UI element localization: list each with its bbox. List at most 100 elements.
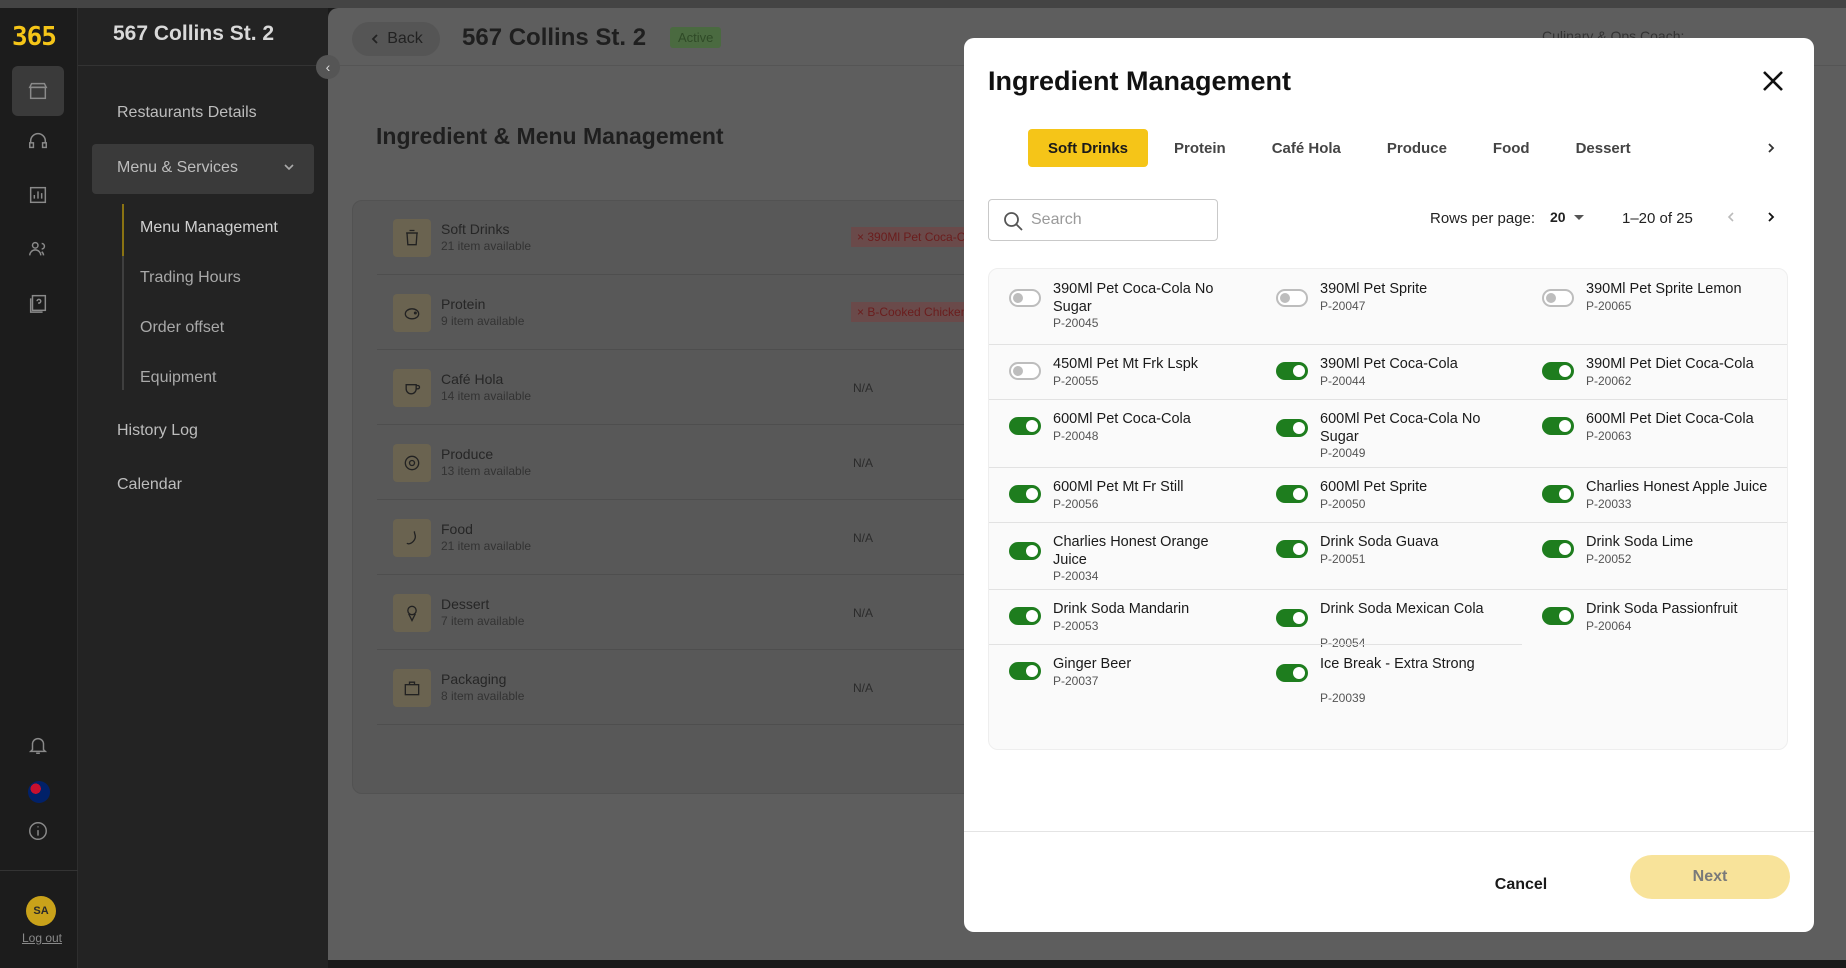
ingredient-name: 600Ml Pet Mt Fr Still <box>1053 479 1184 495</box>
category-count: 13 item available <box>441 464 532 478</box>
toggle-switch[interactable] <box>1009 662 1041 680</box>
ingredient-code: P-20037 <box>1053 674 1099 688</box>
bell-icon[interactable] <box>12 720 64 770</box>
users-icon[interactable] <box>12 224 64 274</box>
nav-divider <box>78 65 328 66</box>
search-input[interactable] <box>1031 200 1211 240</box>
ingredient-name: 390Ml Pet Diet Coca-Cola <box>1586 356 1754 372</box>
chevron-right-icon[interactable] <box>1764 141 1778 155</box>
prev-page-icon[interactable] <box>1724 210 1738 224</box>
category-row[interactable]: Soft Drinks 21 item available × 390Ml Pet … <box>377 201 1017 275</box>
category-row[interactable]: Food 21 item available N/A <box>377 501 1017 575</box>
tab-caf-hola[interactable]: Café Hola <box>1252 129 1361 167</box>
toggle-switch[interactable] <box>1276 419 1308 437</box>
category-status: N/A <box>853 606 874 620</box>
toggle-switch[interactable] <box>1542 485 1574 503</box>
ingredient-code: P-20034 <box>1053 569 1099 583</box>
nav-history-log[interactable]: History Log <box>117 422 198 440</box>
ingredient-code: P-20033 <box>1586 497 1632 511</box>
category-status: N/A <box>853 456 874 470</box>
nav-menu-services[interactable]: Menu & Services <box>92 144 314 194</box>
tab-protein[interactable]: Protein <box>1154 129 1246 167</box>
category-row[interactable]: Produce 13 item available N/A <box>377 426 1017 500</box>
ingredient-item: Ice Break - Extra Strong P-20039 <box>1256 644 1521 705</box>
category-tabs: Soft Drinks Protein Café Hola Produce Food De… <box>1028 129 1657 167</box>
ingredient-code: P-20056 <box>1053 497 1099 511</box>
ingredient-item: Drink Soda Mexican Cola P-20054 <box>1256 589 1521 650</box>
toggle-switch[interactable] <box>1276 289 1308 307</box>
next-page-icon[interactable] <box>1764 210 1778 224</box>
ingredient-name: 390Ml Pet Sprite Lemon <box>1586 281 1742 297</box>
search-icon <box>1004 212 1023 231</box>
toggle-switch[interactable] <box>1009 417 1041 435</box>
category-count: 21 item available <box>441 239 532 253</box>
category-name: Packaging <box>441 671 507 687</box>
ingredient-code: P-20055 <box>1053 374 1099 388</box>
ingredient-name: Drink Soda Passionfruit <box>1586 601 1738 617</box>
row-divider <box>989 399 1787 400</box>
ingredient-item: 450Ml Pet Mt Frk Lspk P-20055 <box>989 344 1254 399</box>
toggle-switch[interactable] <box>1276 664 1308 682</box>
rail-divider <box>0 870 78 871</box>
toggle-switch[interactable] <box>1276 362 1308 380</box>
toggle-switch[interactable] <box>1276 485 1308 503</box>
nav-equipment[interactable]: Equipment <box>140 369 217 387</box>
headset-icon[interactable] <box>12 116 64 166</box>
toggle-switch[interactable] <box>1009 362 1041 380</box>
category-row[interactable]: Dessert 7 item available N/A <box>377 576 1017 650</box>
category-name: Dessert <box>441 596 490 612</box>
logout-link[interactable]: Log out <box>0 931 84 945</box>
nav-restaurants-details[interactable]: Restaurants Details <box>117 104 257 122</box>
rows-per-page-select[interactable]: 20 <box>1550 209 1584 225</box>
close-icon[interactable] <box>1760 68 1786 94</box>
app-logo[interactable]: 365 <box>12 22 57 52</box>
next-button[interactable]: Next <box>1630 855 1790 899</box>
tab-food[interactable]: Food <box>1473 129 1550 167</box>
collapse-sidebar-button[interactable]: ‹ <box>316 55 340 79</box>
store-icon[interactable] <box>12 66 64 116</box>
row-divider <box>989 522 1787 523</box>
category-count: 7 item available <box>441 614 525 628</box>
ingredient-item: Ginger Beer P-20037 <box>989 644 1254 699</box>
tab-soft-drinks[interactable]: Soft Drinks <box>1028 129 1149 167</box>
toggle-switch[interactable] <box>1276 609 1308 627</box>
chart-icon[interactable] <box>12 170 64 220</box>
info-icon[interactable] <box>12 806 64 856</box>
toggle-switch[interactable] <box>1542 362 1574 380</box>
category-row[interactable]: Packaging 8 item available N/A <box>377 651 1017 725</box>
help-doc-icon[interactable] <box>12 278 64 328</box>
cancel-button[interactable]: Cancel <box>1476 863 1566 907</box>
toggle-switch[interactable] <box>1542 607 1574 625</box>
ingredient-code: P-20053 <box>1053 619 1099 633</box>
category-name: Food <box>441 521 473 537</box>
ingredient-item: Charlies Honest Orange Juice P-20034 <box>989 522 1254 589</box>
cup-icon <box>393 219 431 257</box>
ingredient-name: Drink Soda Guava <box>1320 534 1439 550</box>
nav-calendar[interactable]: Calendar <box>117 476 182 494</box>
tab-produce[interactable]: Produce <box>1367 129 1467 167</box>
ingredient-code: P-20045 <box>1053 316 1099 330</box>
category-row[interactable]: Protein 9 item available × B-Cooked Chicke… <box>377 276 1017 350</box>
row-divider <box>989 344 1787 345</box>
ingredient-item: 600Ml Pet Coca-Cola P-20048 <box>989 399 1254 467</box>
toggle-switch[interactable] <box>1009 485 1041 503</box>
toggle-switch[interactable] <box>1542 417 1574 435</box>
nav-menu-management[interactable]: Menu Management <box>140 219 278 237</box>
ingredient-code: P-20064 <box>1586 619 1632 633</box>
toggle-switch[interactable] <box>1542 289 1574 307</box>
avatar[interactable]: SA <box>26 896 56 926</box>
category-row[interactable]: Café Hola 14 item available N/A <box>377 351 1017 425</box>
category-status: N/A <box>853 681 874 695</box>
flag-icon[interactable] <box>28 781 50 803</box>
category-card: Soft Drinks 21 item available × 390Ml Pet … <box>352 200 1052 794</box>
toggle-switch[interactable] <box>1542 540 1574 558</box>
ingredient-code: P-20047 <box>1320 299 1366 313</box>
toggle-switch[interactable] <box>1009 542 1041 560</box>
back-button[interactable]: Back <box>352 22 440 56</box>
toggle-switch[interactable] <box>1276 540 1308 558</box>
tab-dessert[interactable]: Dessert <box>1556 129 1651 167</box>
toggle-switch[interactable] <box>1009 607 1041 625</box>
nav-order-offset[interactable]: Order offset <box>140 319 224 337</box>
nav-trading-hours[interactable]: Trading Hours <box>140 269 241 287</box>
toggle-switch[interactable] <box>1009 289 1041 307</box>
